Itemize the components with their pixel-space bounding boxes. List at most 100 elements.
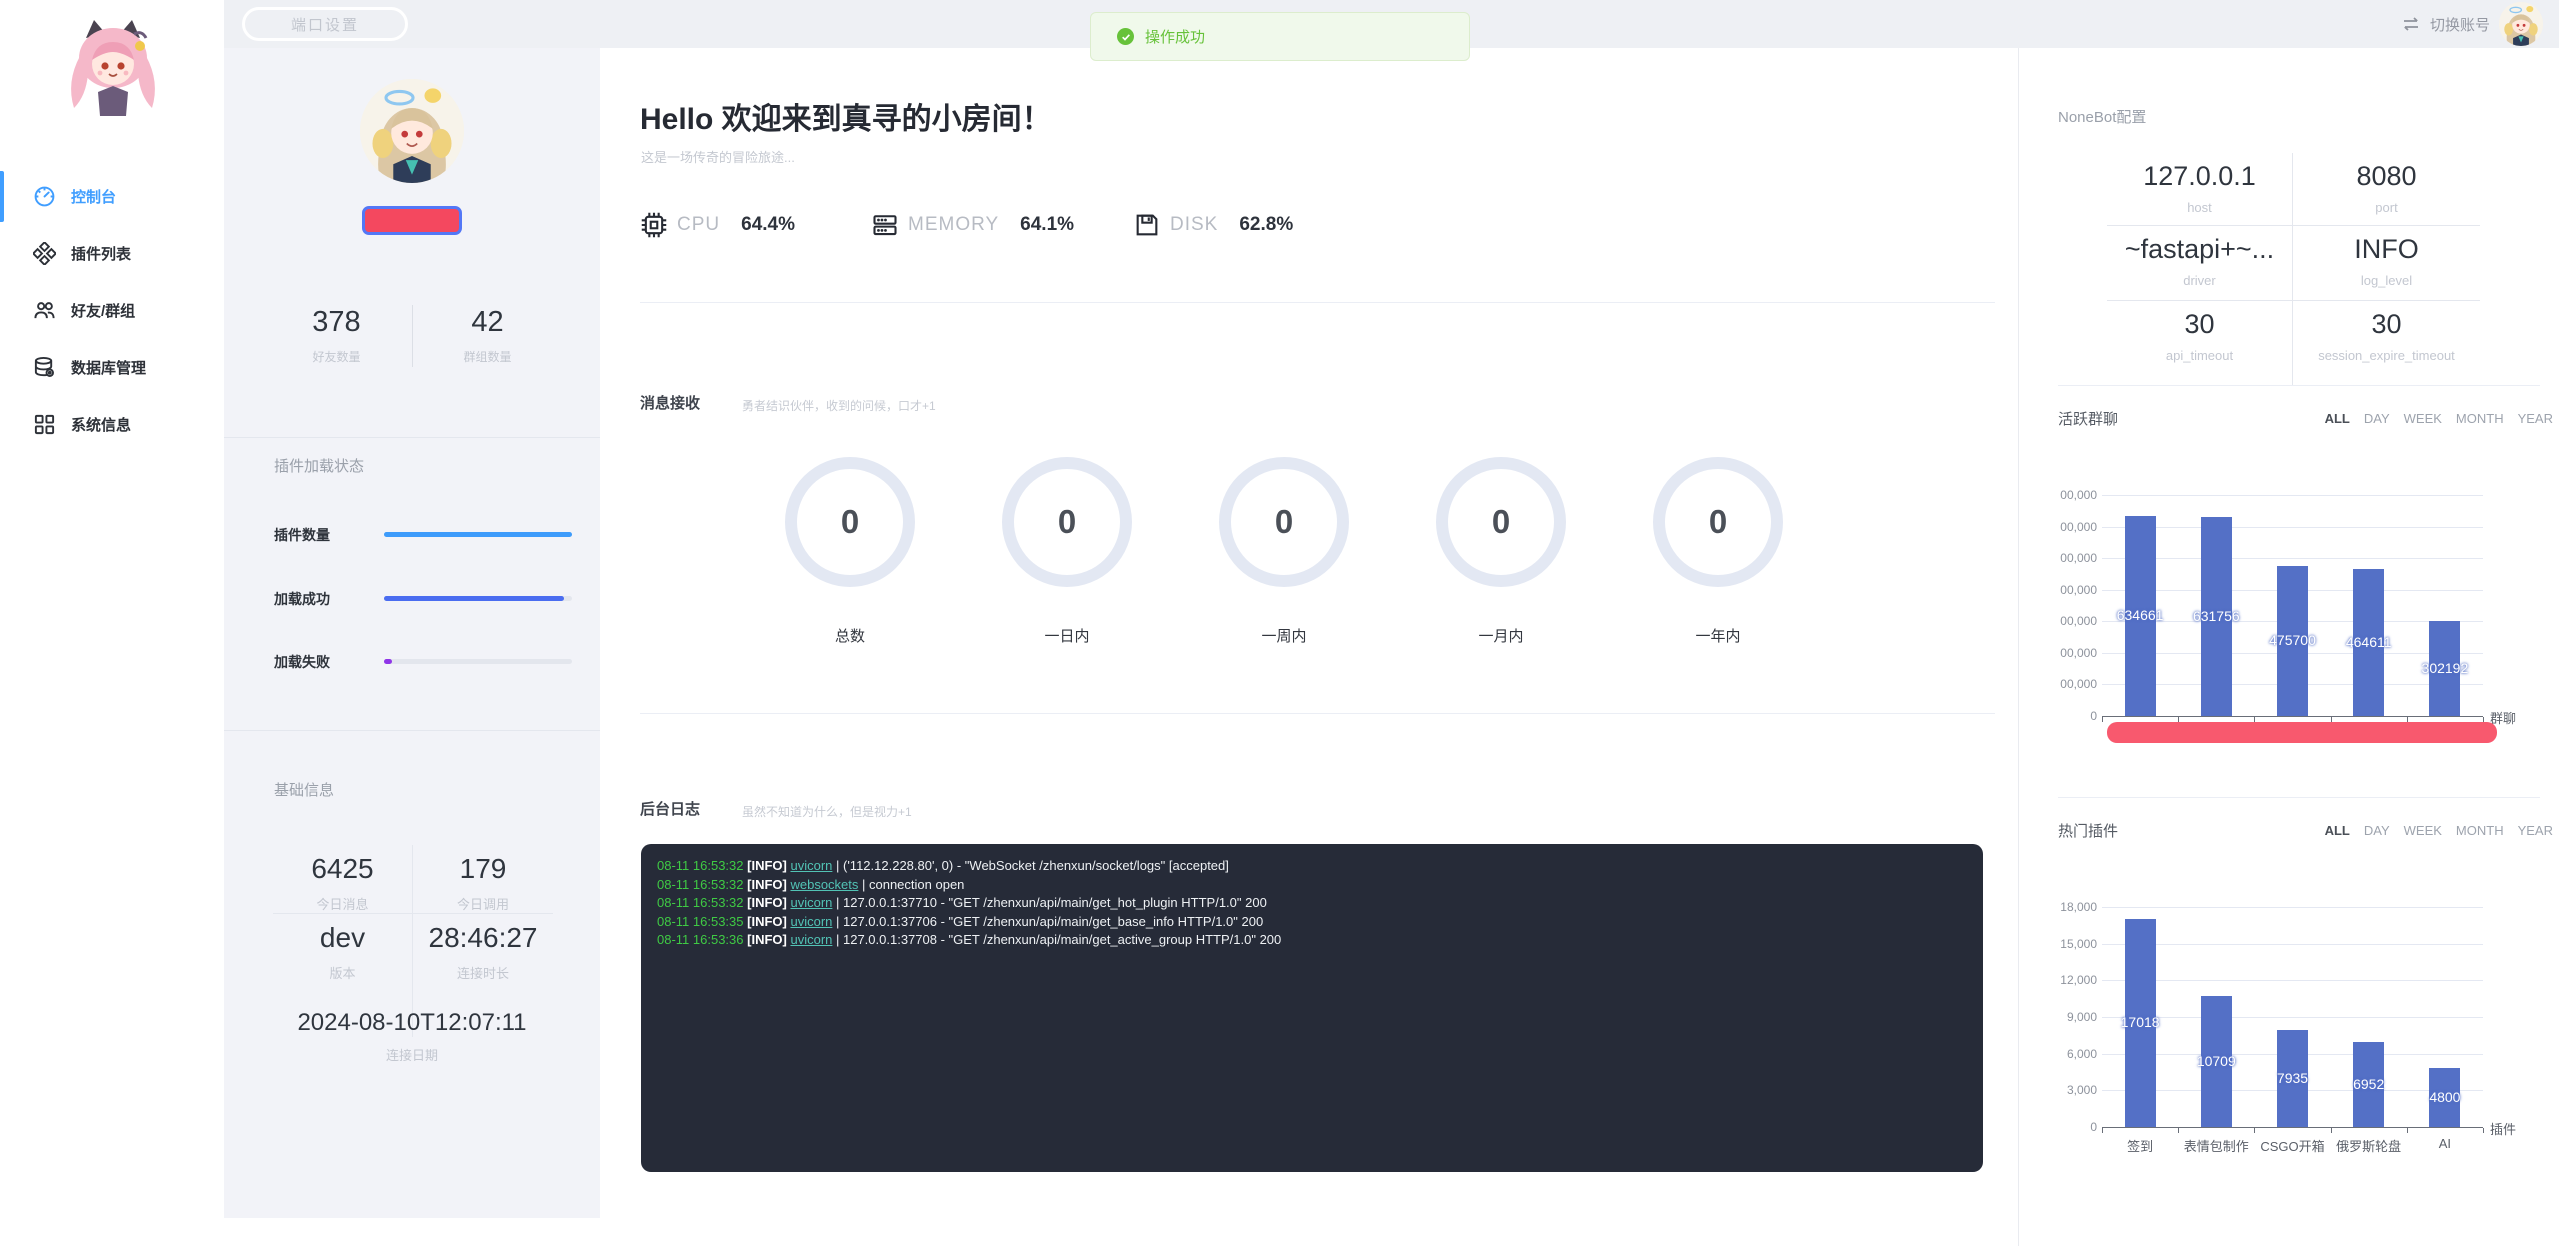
- log-line: 08-11 16:53:32 [INFO] websockets | conne…: [657, 876, 1967, 895]
- stat-value: 42: [413, 306, 563, 339]
- y-axis-tick: 3,000: [2053, 1083, 2097, 1097]
- datazoom-slider[interactable]: [2107, 722, 2497, 743]
- sidebar-item-3[interactable]: 好友/群组: [0, 282, 224, 339]
- bot-status-button[interactable]: [362, 206, 462, 235]
- config-cell-api_timeout: 30api_timeout: [2107, 301, 2293, 385]
- y-axis-tick: 0: [2053, 709, 2097, 723]
- main-divider: [640, 302, 1995, 303]
- config-label: api_timeout: [2107, 348, 2292, 363]
- counter-label: 一月内: [1436, 625, 1566, 646]
- progress-track: [384, 659, 572, 664]
- y-axis-tick: 12,000: [2053, 973, 2097, 987]
- chart-range-tabs: ALL DAY WEEK MONTH YEAR: [2295, 411, 2553, 426]
- log-terminal[interactable]: 08-11 16:53:32 [INFO] uvicorn | ('112.12…: [641, 844, 1983, 1172]
- base-info-label: 今日调用: [413, 894, 553, 913]
- counter-value: 0: [1709, 503, 1727, 541]
- switch-account-icon: [2401, 14, 2421, 34]
- stat-好友数量: 378好友数量: [262, 306, 412, 365]
- friends-icon: [33, 299, 56, 322]
- y-axis-tick: 00,000: [2053, 520, 2097, 534]
- config-cell-host: 127.0.0.1host: [2107, 153, 2293, 226]
- bar-value-label: 10709: [2174, 1053, 2258, 1069]
- memory-usage: MEMORY 64.1%: [871, 211, 1133, 239]
- chart-tab-day[interactable]: DAY: [2364, 411, 2390, 426]
- active-groups-chart: 活跃群聊ALLDAYWEEKMONTHYEAR000,00000,00000,0…: [2040, 400, 2559, 797]
- sidebar-item-4[interactable]: 数据库管理: [0, 339, 224, 396]
- sidebar-item-5[interactable]: 系统信息: [0, 396, 224, 453]
- log-time: 08-11 16:53:32: [657, 895, 744, 910]
- bar-value-label: 17018: [2098, 1014, 2182, 1030]
- chart-tab-month[interactable]: MONTH: [2456, 411, 2504, 426]
- config-value: INFO: [2293, 234, 2480, 265]
- chart-tab-week[interactable]: WEEK: [2404, 411, 2442, 426]
- memory-label: MEMORY: [908, 214, 999, 236]
- counter-ring: 0: [1002, 457, 1132, 587]
- y-axis-tick: 0: [2053, 1120, 2097, 1134]
- system-usage-row: CPU 64.4% MEMORY 64.1% DISK 62.8%: [640, 208, 1293, 242]
- cpu-usage: CPU 64.4%: [640, 211, 871, 239]
- bar-value-label: 631756: [2174, 608, 2258, 624]
- y-axis-tick: 18,000: [2053, 900, 2097, 914]
- bar-value-label: 6952: [2327, 1076, 2411, 1092]
- disk-label: DISK: [1170, 214, 1218, 236]
- chart-title: 热门插件: [2058, 820, 2118, 841]
- sidebar-item-1[interactable]: 控制台: [0, 168, 224, 225]
- user-avatar[interactable]: [2499, 2, 2543, 46]
- config-label: log_level: [2293, 273, 2480, 288]
- cpu-value: 64.4%: [741, 214, 795, 236]
- message-counter-总数: 0总数: [785, 457, 915, 587]
- disk-usage: DISK 62.8%: [1133, 211, 1293, 239]
- gridline: [2102, 558, 2483, 559]
- x-axis-line: [2102, 716, 2483, 717]
- y-axis-tick: 00,000: [2053, 614, 2097, 628]
- sidebar-item-2[interactable]: 插件列表: [0, 225, 224, 282]
- stat-群组数量: 42群组数量: [413, 306, 563, 365]
- port-settings-button[interactable]: 端口设置: [242, 7, 408, 41]
- counter-value: 0: [841, 503, 859, 541]
- config-label: host: [2107, 200, 2292, 215]
- counter-value: 0: [1058, 503, 1076, 541]
- x-axis-tick: [2483, 1128, 2484, 1133]
- y-axis-tick: 15,000: [2053, 937, 2097, 951]
- nonebot-config-title: NoneBot配置: [2058, 106, 2146, 127]
- chart-tab-month[interactable]: MONTH: [2456, 823, 2504, 838]
- config-cell-session_expire_timeout: 30session_expire_timeout: [2293, 301, 2480, 385]
- counter-value: 0: [1275, 503, 1293, 541]
- config-value: 30: [2293, 309, 2480, 340]
- database-icon: [33, 356, 56, 379]
- sidebar-item-label: 数据库管理: [71, 357, 146, 378]
- progress-track: [384, 596, 572, 601]
- chart-tab-year[interactable]: YEAR: [2518, 411, 2553, 426]
- disk-icon: [1133, 211, 1161, 239]
- log-time: 08-11 16:53:36: [657, 932, 744, 947]
- config-cell-log_level: INFO log_level: [2293, 226, 2480, 301]
- y-axis-tick: 00,000: [2053, 488, 2097, 502]
- switch-account-label[interactable]: 切换账号: [2430, 14, 2490, 35]
- config-cell-driver: ~fastapi+~...driver: [2107, 226, 2293, 301]
- x-axis-name: 插件: [2490, 1119, 2516, 1138]
- message-counter-一年内: 0一年内: [1653, 457, 1783, 587]
- chart-tab-year[interactable]: YEAR: [2518, 823, 2553, 838]
- log-line: 08-11 16:53:32 [INFO] uvicorn | 127.0.0.…: [657, 894, 1967, 913]
- log-source: uvicorn: [790, 914, 832, 929]
- plugin-icon: [33, 242, 56, 265]
- chart-tab-all[interactable]: ALL: [2325, 411, 2350, 426]
- log-time: 08-11 16:53:32: [657, 877, 744, 892]
- bar-value-label: 475700: [2251, 632, 2335, 648]
- counter-ring: 0: [785, 457, 915, 587]
- log-time: 08-11 16:53:35: [657, 914, 744, 929]
- log-section-subtitle: 虽然不知道为什么，但是视力+1: [742, 803, 912, 820]
- y-axis-tick: 00,000: [2053, 551, 2097, 565]
- success-toast: 操作成功: [1090, 12, 1470, 61]
- base-info-value: 179: [413, 853, 553, 885]
- counter-label: 一日内: [1002, 625, 1132, 646]
- config-value: ~fastapi+~...: [2107, 234, 2292, 265]
- chart-tab-day[interactable]: DAY: [2364, 823, 2390, 838]
- x-axis-tick: [2102, 717, 2103, 722]
- counter-label: 一年内: [1653, 625, 1783, 646]
- connect-date-label: 连接日期: [224, 1045, 600, 1064]
- chart-tab-all[interactable]: ALL: [2325, 823, 2350, 838]
- hot-plugins-chart: 热门插件ALLDAYWEEKMONTHYEAR03,0006,0009,0001…: [2040, 797, 2559, 1217]
- chart-tab-week[interactable]: WEEK: [2404, 823, 2442, 838]
- message-counter-一日内: 0一日内: [1002, 457, 1132, 587]
